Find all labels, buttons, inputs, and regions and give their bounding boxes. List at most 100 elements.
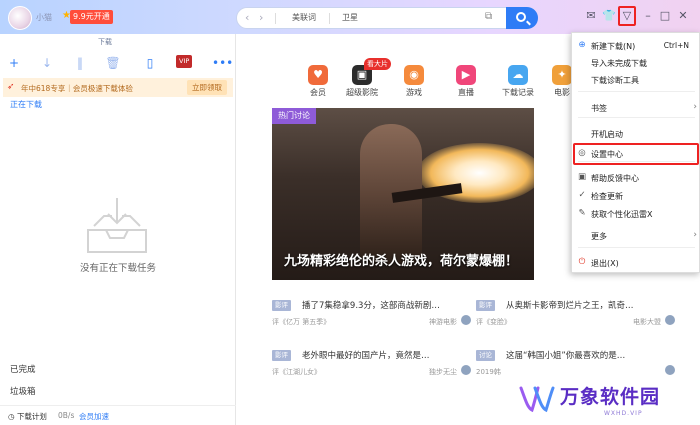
source-avatar [665,315,675,325]
search-tag[interactable]: 美联词 [292,12,316,23]
divider [275,13,276,24]
add-icon[interactable]: + [6,55,22,71]
news-item[interactable]: 讨论 这届“韩国小姐”你最喜欢的是… 2019韩 [476,348,675,382]
exit-icon: ⏻ [578,257,586,267]
news-item[interactable]: 影评 从奥斯卡影帝到烂片之王，凯奇… 评《变脸》 电影大盟 [476,298,675,332]
category-cloud[interactable]: ☁ 下载记录 [498,65,538,99]
address-bar[interactable]: ‹ › 美联词 卫星 ⧉ [236,7,538,29]
download-plan-label: 下载计划 [16,412,47,421]
mail-icon[interactable]: ✉ [584,9,598,23]
category-tv[interactable]: ▶ 直播 [446,65,486,99]
phone-icon[interactable]: ▯ [142,55,158,71]
personalize-icon: ✎ [578,208,586,218]
news-source: 神游电影 [429,318,457,326]
category-badge: 看大片 [364,58,391,70]
hero-banner[interactable]: 热门讨论 九场精彩绝伦的杀人游戏，荷尔蒙爆棚！ [272,108,534,280]
username[interactable]: 小猫 [36,12,52,23]
watermark-logo [519,386,555,413]
news-title[interactable]: 播了7集稳拿9.3分，这部商战新剧… [302,299,472,311]
category-gamepad[interactable]: ◉ 游戏 [394,65,434,99]
menu-item[interactable]: ▣ 帮助反馈中心 [572,169,700,187]
news-item[interactable]: 影评 老外眼中最好的国产片，竟然是… 评《江湖儿女》 独步无尘 [272,348,471,382]
news-subtitle: 2019韩 [476,368,501,376]
promo-banner[interactable]: ➶ 年中618专享｜会员极速下载体验 立即领取 [3,78,233,97]
movie-icon: ✦ [552,65,572,85]
avatar[interactable] [8,6,32,30]
close-icon[interactable]: ✕ [676,9,690,23]
empty-inbox-icon [87,198,147,253]
watermark-sub: WXHD.VIP [604,410,643,417]
menu-separator [578,117,695,118]
menu-item[interactable]: 导入未完成下载 [572,54,700,72]
search-icon [516,12,526,22]
news-tag: 讨论 [476,350,495,361]
maximize-icon[interactable]: □ [658,9,672,23]
pause-icon[interactable]: ‖ [72,55,88,71]
news-title[interactable]: 老外眼中最好的国产片，竟然是… [302,349,472,361]
chevron-right-icon: › [693,230,697,240]
tab-download[interactable]: 下载 [98,37,112,47]
gamepad-icon: ◉ [404,65,424,85]
download-arrow-icon[interactable]: ↓ [39,55,55,71]
news-title[interactable]: 从奥斯卡影帝到烂片之王，凯奇… [506,299,676,311]
category-label: 游戏 [406,88,422,97]
bookmark-icon[interactable]: ⧉ [485,11,492,22]
search-input[interactable]: 卫星 [342,12,358,23]
main-dropdown-menu: ⊕ 新建下载(N) Ctrl+N 导入未完成下载 下载诊断工具 书签 › 开机启动 ◎ 设置中心 ▣… [571,32,700,273]
menu-item[interactable]: 更多 › [572,227,700,245]
hero-tag: 热门讨论 [272,108,316,124]
divider [329,13,330,24]
section-downloading[interactable]: 正在下载 [10,99,42,110]
menu-item-label: 下载诊断工具 [591,76,639,85]
menu-item-label: 获取个性化迅雷X [591,210,653,219]
section-trash[interactable]: 垃圾箱 [10,385,36,397]
menu-item[interactable]: 下载诊断工具 [572,71,700,89]
news-tag: 影评 [272,300,291,311]
promo-claim-button[interactable]: 立即领取 [187,80,227,95]
menu-item-label: 退出(X) [591,259,619,268]
empty-state-text: 没有正在下载任务 [79,263,156,274]
source-avatar [461,315,471,325]
news-tag: 影评 [272,350,291,361]
more-icon[interactable]: ••• [212,55,233,71]
menu-item[interactable]: 开机启动 [572,125,700,143]
category-film[interactable]: ▣ 超级影院 看大片 [342,58,391,99]
news-subtitle: 评《变脸》 [476,318,511,326]
section-completed[interactable]: 已完成 [10,363,36,375]
download-plan[interactable]: ◷ 下载计划 [8,411,47,422]
minimize-icon[interactable]: – [641,9,655,23]
panel-tabbar: 下载 [0,34,236,48]
skin-icon[interactable]: 👕 [602,9,616,23]
menu-item-label: 设置中心 [591,150,623,159]
delete-icon[interactable]: 🗑 [105,55,121,71]
menu-separator [578,91,695,92]
news-item[interactable]: 影评 播了7集稳拿9.3分，这部商战新剧… 评《亿万 第五季》 神游电影 [272,298,471,332]
menu-item-shortcut: Ctrl+N [663,41,689,50]
speed-readout: 0B/s [58,411,75,420]
menu-item[interactable]: ⊕ 新建下载(N) Ctrl+N [572,37,700,55]
menu-item[interactable]: ✓ 检查更新 [572,187,700,205]
source-avatar [665,365,675,375]
menu-item-label: 开机启动 [591,130,623,139]
back-arrow-icon[interactable]: ‹ [245,11,249,24]
vip-accelerate-link[interactable]: 会员加速 [79,411,109,422]
forward-arrow-icon[interactable]: › [259,11,263,24]
menu-item[interactable]: ◎ 设置中心 [572,143,700,165]
menu-item-label: 书签 [591,104,607,113]
hero-title[interactable]: 九场精彩绝伦的杀人游戏，荷尔蒙爆棚！ [284,250,518,269]
watermark: 万象软件园 WXHD.VIP [518,380,700,424]
category-heart[interactable]: ♥ 会员 [298,65,338,99]
menu-item[interactable]: ✎ 获取个性化迅雷X [572,205,700,223]
help-icon: ▣ [577,172,587,182]
heart-icon: ♥ [308,65,328,85]
vip-badge[interactable]: VIP [176,55,193,68]
rocket-icon: ➶ [7,82,15,92]
menu-item[interactable]: ⏻ 退出(X) [572,254,700,272]
menu-item[interactable]: 书签 › [572,99,700,117]
source-avatar [461,365,471,375]
vip-open-button[interactable]: 9.9元开通 [70,10,113,24]
news-title[interactable]: 这届“韩国小姐”你最喜欢的是… [506,349,676,361]
search-button[interactable] [506,7,538,29]
menu-item-label: 更多 [591,232,607,241]
download-toolbar: + ↓ ‖ 🗑 ▯ VIP ••• [0,52,236,74]
